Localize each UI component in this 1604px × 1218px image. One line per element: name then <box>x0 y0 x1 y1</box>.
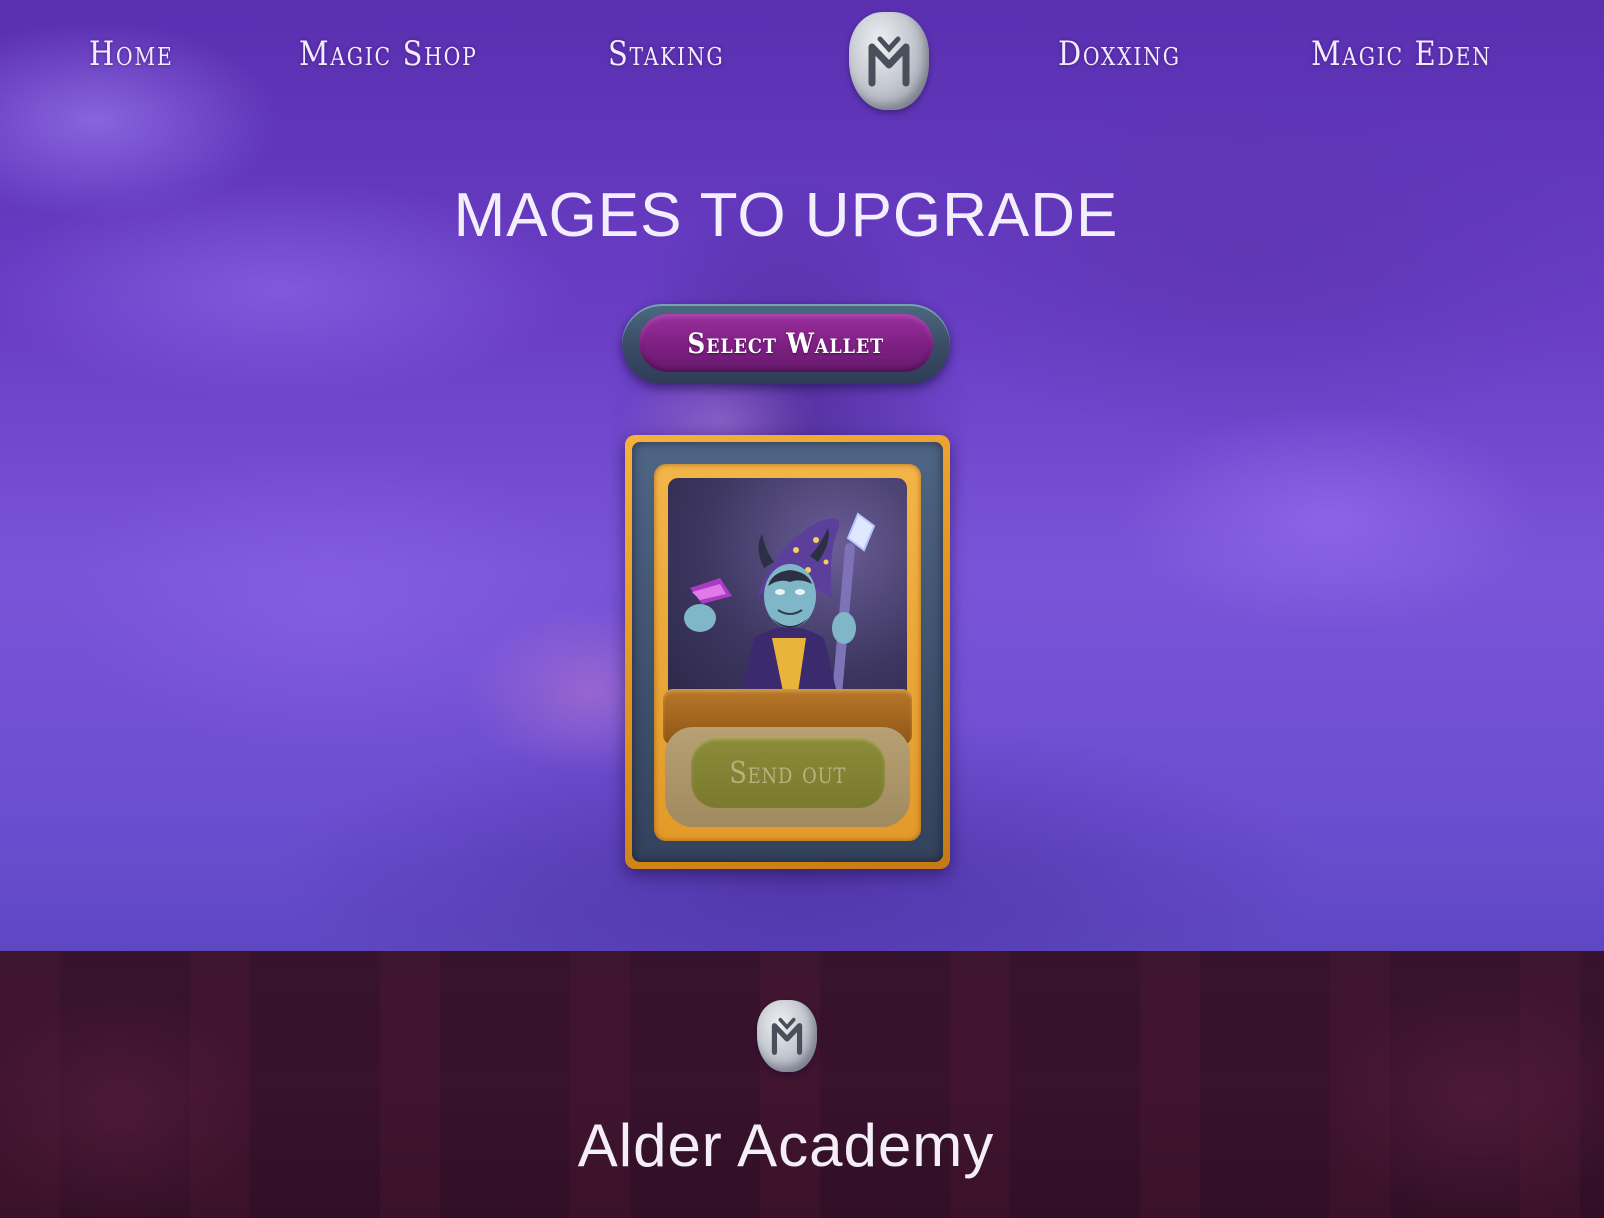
send-out-label: Send out <box>729 755 847 791</box>
mage-portrait <box>668 478 907 706</box>
nav-staking-link[interactable]: Staking <box>608 34 724 74</box>
mage-card: Send out <box>625 435 950 869</box>
footer-rune-glyph <box>771 1017 803 1055</box>
rune-glyph <box>868 36 910 87</box>
mage-illustration <box>684 512 876 706</box>
nav-doxxing-link[interactable]: Doxxing <box>1058 34 1181 74</box>
send-out-button[interactable]: Send out <box>691 738 885 808</box>
select-wallet-button-face[interactable]: Select Wallet <box>639 314 933 372</box>
select-wallet-button[interactable]: Select Wallet <box>622 304 950 384</box>
footer-title: Alder Academy <box>577 1112 995 1179</box>
nav-magic-shop-link[interactable]: Magic Shop <box>299 34 478 74</box>
nav-magic-eden-link[interactable]: Magic Eden <box>1311 34 1492 74</box>
page: Home Magic Shop Staking Doxxing Magic Ed… <box>0 0 1604 1218</box>
select-wallet-label: Select Wallet <box>687 326 885 360</box>
top-navigation: Home Magic Shop Staking Doxxing Magic Ed… <box>0 0 1604 120</box>
page-title: MAGES TO UPGRADE <box>453 181 1119 250</box>
nav-home-link[interactable]: Home <box>89 34 174 74</box>
footer-rune-stone-logo-icon[interactable] <box>757 1000 817 1072</box>
rune-stone-logo-icon[interactable] <box>849 12 929 110</box>
footer: Alder Academy <box>0 951 1604 1218</box>
